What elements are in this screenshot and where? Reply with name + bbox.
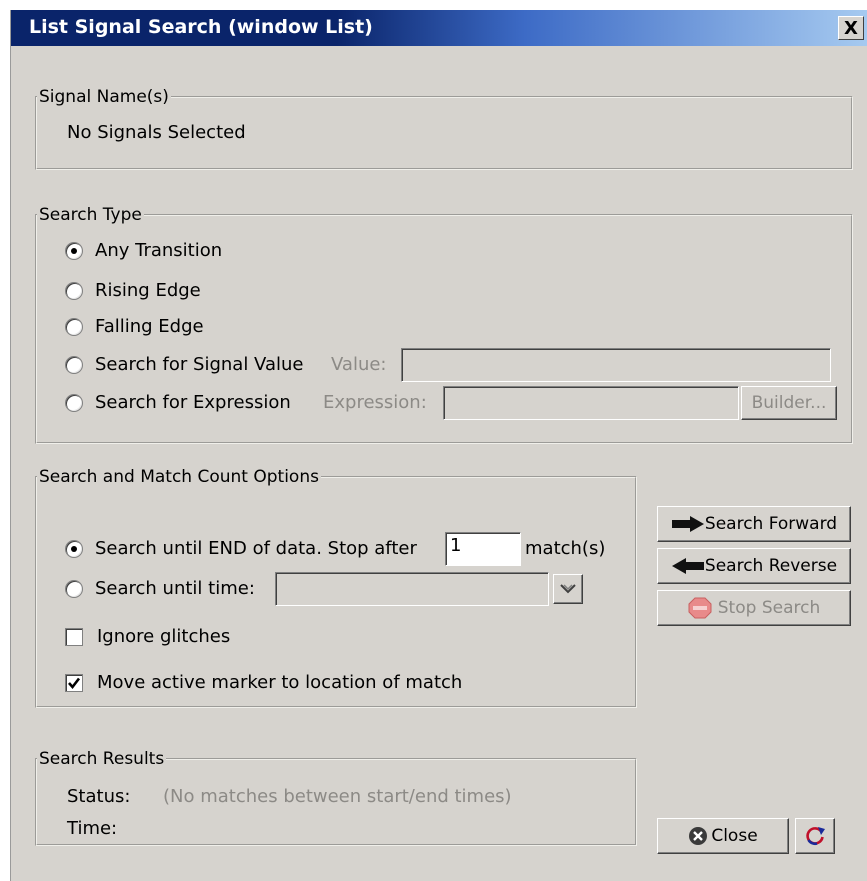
search-forward-label: Search Forward: [704, 514, 838, 534]
window-close-button[interactable]: X: [838, 16, 864, 40]
search-results-legend: Search Results: [39, 749, 165, 769]
radio-search-until-time[interactable]: [65, 580, 83, 598]
arrow-right-icon: [671, 516, 704, 532]
search-forward-button[interactable]: Search Forward: [657, 506, 851, 542]
radio-expression[interactable]: [65, 394, 83, 412]
close-label: Close: [711, 826, 758, 846]
value-field-label: Value:: [331, 354, 387, 375]
radio-expression-label[interactable]: Search for Expression: [95, 392, 291, 413]
radio-signal-value[interactable]: [65, 356, 83, 374]
radio-falling-edge-label[interactable]: Falling Edge: [95, 316, 204, 337]
stop-search-icon: [688, 597, 712, 619]
search-until-time-label[interactable]: Search until time:: [95, 578, 255, 599]
builder-button[interactable]: Builder...: [741, 386, 837, 420]
radio-any-transition-label[interactable]: Any Transition: [95, 240, 222, 261]
expression-input[interactable]: [443, 386, 739, 420]
expression-field-label: Expression:: [323, 392, 427, 413]
search-reverse-label: Search Reverse: [704, 556, 838, 576]
stop-search-button[interactable]: Stop Search: [657, 590, 851, 626]
list-signal-search-dialog: List Signal Search (window List) X Signa…: [10, 10, 867, 881]
radio-falling-edge[interactable]: [65, 318, 83, 336]
background-strip: [0, 0, 867, 10]
arrow-left-icon: [671, 558, 704, 574]
refresh-icon: [806, 827, 825, 846]
ignore-glitches-checkbox[interactable]: [65, 628, 83, 646]
close-circle-icon: [689, 827, 708, 845]
status-label: Status:: [67, 786, 131, 807]
status-value: (No matches between start/end times): [163, 786, 512, 807]
time-label: Time:: [67, 818, 118, 839]
move-marker-checkbox[interactable]: [65, 674, 83, 692]
dropdown-arrow-icon: [560, 584, 576, 594]
stop-after-count-input[interactable]: 1: [445, 532, 521, 566]
radio-rising-edge-label[interactable]: Rising Edge: [95, 280, 201, 301]
search-until-end-label[interactable]: Search until END of data. Stop after: [95, 538, 417, 559]
signal-value-input[interactable]: [401, 348, 831, 382]
refresh-button[interactable]: [795, 818, 835, 854]
move-marker-label[interactable]: Move active marker to location of match: [97, 672, 462, 693]
until-time-dropdown-button[interactable]: [553, 574, 583, 604]
until-time-input[interactable]: [275, 572, 549, 606]
radio-any-transition[interactable]: [65, 242, 83, 260]
close-button[interactable]: Close: [657, 818, 789, 854]
signal-names-value: No Signals Selected: [67, 122, 246, 143]
matches-suffix: match(s): [525, 538, 606, 559]
match-options-legend: Search and Match Count Options: [39, 467, 319, 487]
stop-search-label: Stop Search: [717, 598, 821, 618]
radio-search-until-end[interactable]: [65, 540, 83, 558]
search-type-legend: Search Type: [39, 205, 142, 225]
signal-names-legend: Signal Name(s): [39, 87, 169, 107]
title-bar[interactable]: List Signal Search (window List) X: [11, 10, 867, 46]
search-reverse-button[interactable]: Search Reverse: [657, 548, 851, 584]
window-title: List Signal Search (window List): [29, 16, 373, 38]
checkmark-icon: [68, 677, 81, 690]
radio-signal-value-label[interactable]: Search for Signal Value: [95, 354, 303, 375]
radio-rising-edge[interactable]: [65, 282, 83, 300]
ignore-glitches-label[interactable]: Ignore glitches: [97, 626, 230, 647]
